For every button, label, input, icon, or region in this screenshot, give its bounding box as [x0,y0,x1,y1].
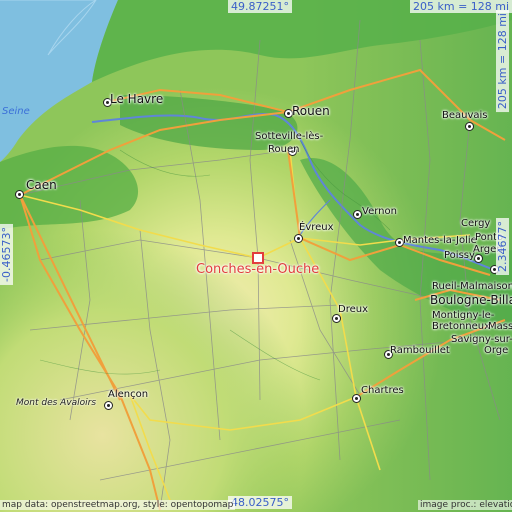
city-label-rueil[interactable]: Rueil-Malmaison [432,281,512,292]
city-label-poissy[interactable]: Poissy [444,250,475,261]
coord-right: 2.34677° [496,218,509,275]
city-label-bretonneux[interactable]: Bretonneux [432,321,490,332]
city-dot [353,210,362,219]
city-label-le-havre[interactable]: Le Havre [110,92,163,106]
city-dot [332,314,341,323]
city-label-rambouillet[interactable]: Rambouillet [390,345,450,356]
coord-bottom: 48.02575° [228,496,292,509]
city-dot [352,394,361,403]
credit-image-proc[interactable]: image proc.: elevation.city [418,500,512,510]
coord-left: -0.46573° [0,224,13,285]
city-dot [465,122,474,131]
city-label-alencon[interactable]: Alençon [108,389,148,400]
city-label-chartres[interactable]: Chartres [361,385,404,396]
city-label-evreux[interactable]: Évreux [299,222,334,233]
city-dot [294,234,303,243]
city-label-montigny[interactable]: Montigny-le- [432,310,494,321]
city-label-beauvais[interactable]: Beauvais [442,110,488,121]
city-label-orge[interactable]: Orge [484,345,508,356]
city-label-boulogne[interactable]: Boulogne-Billa [430,293,512,307]
credit-map-data[interactable]: map data: openstreetmap.org, style: open… [0,500,236,510]
target-location-label[interactable]: Conches-en-Ouche [196,262,319,277]
city-label-mantes[interactable]: Mantes-la-Jolie [403,235,477,246]
city-label-savigny[interactable]: Savigny-sur- [451,334,512,345]
city-label-massy[interactable]: Massy [488,321,512,332]
city-dot [104,401,113,410]
coord-top: 49.87251° [228,0,292,13]
city-label-caen[interactable]: Caen [26,178,57,192]
city-dot [15,190,24,199]
city-label-vernon[interactable]: Vernon [362,206,397,217]
terrain-label-mont-des-avaloirs[interactable]: Mont des Avaloirs [16,398,96,408]
scale-vertical: 205 km = 128 mi [496,10,509,113]
city-label-sotteville-rouen[interactable]: Rouen [268,144,299,155]
river-label-seine: Seine [2,106,30,117]
city-label-dreux[interactable]: Dreux [338,304,368,315]
city-label-sotteville[interactable]: Sotteville-lès- [255,131,323,142]
city-label-cergy[interactable]: Cergy [461,218,490,229]
elevation-map[interactable]: Seine Le Havre Rouen Sotteville-lès- Rou… [0,0,512,512]
city-dot [474,254,483,263]
city-label-rouen[interactable]: Rouen [292,104,330,118]
